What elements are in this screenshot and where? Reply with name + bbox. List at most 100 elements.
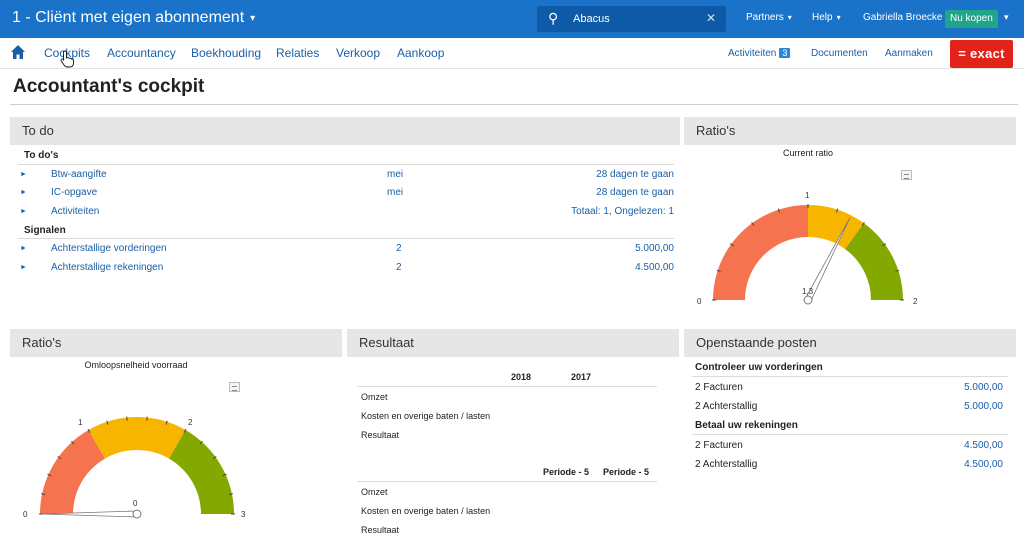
menu-item-verkoop[interactable]: Verkoop: [336, 46, 380, 60]
help-menu[interactable]: Help ▾: [812, 12, 841, 23]
todo-item-period: mei: [387, 169, 404, 180]
todo-item-label[interactable]: Activiteiten: [51, 206, 99, 217]
open-section-receivables: Controleer uw vorderingen: [695, 362, 823, 373]
search-input[interactable]: [573, 10, 693, 28]
expand-arrow-icon[interactable]: ►: [20, 208, 27, 215]
open-section-payables: Betaal uw rekeningen: [695, 420, 798, 431]
menu-item-accountancy[interactable]: Accountancy: [107, 46, 176, 60]
column-header-period: Periode - 5: [543, 467, 590, 477]
result-row-label: Resultaat: [361, 430, 400, 440]
hand-cursor-icon: [60, 50, 74, 68]
gauge-value-label: 1,3: [802, 287, 814, 296]
gauge-title: Omloopsnelheid voorraad: [84, 360, 188, 370]
todo-section-todos: To do's: [24, 150, 59, 161]
expand-arrow-icon[interactable]: ►: [20, 189, 27, 196]
chevron-down-icon: ▾: [836, 13, 841, 22]
period-row-label: Kosten en overige baten / lasten: [361, 506, 491, 516]
signal-item-amount[interactable]: 4.500,00: [474, 262, 674, 273]
main-menu-bar: Cockpits Accountancy Boekhouding Relatie…: [0, 38, 1024, 69]
signal-item-label[interactable]: Achterstallige rekeningen: [51, 262, 163, 273]
todo-item-label[interactable]: Btw-aangifte: [51, 169, 107, 180]
signal-item-amount[interactable]: 5.000,00: [474, 243, 674, 254]
gauge-title: Current ratio: [782, 148, 834, 158]
expand-arrow-icon[interactable]: ►: [20, 171, 27, 178]
search-icon[interactable]: ⚲: [548, 10, 558, 27]
gauge-tick-label: 2: [188, 418, 193, 427]
result-row-label: Kosten en overige baten / lasten: [361, 411, 491, 421]
open-item-amount[interactable]: 4.500,00: [903, 440, 1003, 451]
clear-search-icon[interactable]: ✕: [706, 11, 716, 25]
open-items-panel-header: Openstaande posten: [684, 329, 1016, 357]
column-header-2017: 2017: [571, 372, 592, 382]
ratios-panel-header: Ratio's: [684, 117, 1016, 145]
open-item-amount[interactable]: 4.500,00: [903, 459, 1003, 470]
todo-item-period: mei: [387, 187, 404, 198]
company-selector[interactable]: 1 - Cliënt met eigen abonnement ▾: [12, 9, 255, 27]
signal-item-count: 2: [396, 243, 402, 254]
divider: [357, 481, 657, 482]
period-row-label: Resultaat: [361, 525, 400, 535]
divider: [692, 376, 1008, 377]
todo-item-label[interactable]: IC-opgave: [51, 187, 97, 198]
result-row-label: Omzet: [361, 392, 388, 402]
signal-item-count: 2: [396, 262, 402, 273]
todo-item-status[interactable]: 28 dagen te gaan: [474, 187, 674, 198]
open-item-amount[interactable]: 5.000,00: [903, 382, 1003, 393]
todo-item-status[interactable]: Totaal: 1, Ongelezen: 1: [474, 206, 674, 217]
gauge-band-1: [88, 417, 186, 459]
open-item-label: 2 Achterstallig: [695, 401, 758, 412]
expand-arrow-icon[interactable]: ►: [20, 245, 27, 252]
ratios-panel-header: Ratio's: [10, 329, 342, 357]
todo-section-signalen: Signalen: [24, 225, 66, 236]
todo-panel-header: To do: [10, 117, 680, 145]
search-box: ⚲ ✕: [537, 6, 726, 32]
buy-now-button[interactable]: Nu kopen: [945, 10, 998, 28]
exact-logo: = exact: [950, 40, 1013, 68]
chevron-down-icon[interactable]: ▾: [1004, 12, 1009, 23]
gauge-hub: [803, 295, 813, 305]
chevron-down-icon: ▾: [250, 12, 256, 24]
gauge-max-label: 3: [241, 510, 246, 519]
column-header-2018: 2018: [511, 372, 532, 382]
company-name: 1 - Cliënt met eigen abonnement: [12, 9, 245, 26]
chart-menu-icon[interactable]: [229, 382, 240, 392]
divider: [692, 434, 1008, 435]
open-item-amount[interactable]: 5.000,00: [903, 401, 1003, 412]
chart-menu-icon[interactable]: [901, 170, 912, 180]
page-title: Accountant's cockpit: [13, 76, 205, 97]
top-bar: 1 - Cliënt met eigen abonnement ▾ ⚲ ✕ Pa…: [0, 0, 1024, 38]
open-item-label: 2 Facturen: [695, 382, 743, 393]
gauge-tick-label: 1: [78, 418, 83, 427]
period-row-label: Omzet: [361, 487, 388, 497]
column-header-period: Periode - 5: [603, 467, 650, 477]
menu-item-aankoop[interactable]: Aankoop: [397, 46, 444, 60]
user-name: Gabriella Broecke: [863, 12, 943, 23]
menu-item-boekhouding[interactable]: Boekhouding: [191, 46, 261, 60]
partners-label: Partners: [746, 12, 784, 23]
help-label: Help: [812, 12, 833, 23]
chevron-down-icon: ▾: [787, 13, 792, 22]
gauge-value-label: 0: [133, 499, 138, 508]
title-divider: [10, 104, 1018, 105]
gauge-min-label: 0: [23, 510, 28, 519]
gauge-hub: [132, 509, 142, 519]
gauge-mid-label: 1: [805, 191, 810, 200]
open-item-label: 2 Facturen: [695, 440, 743, 451]
aanmaken-link[interactable]: Aanmaken: [885, 48, 933, 59]
divider: [357, 386, 657, 387]
signal-item-label[interactable]: Achterstallige vorderingen: [51, 243, 167, 254]
gauge-band-0: [713, 205, 808, 300]
gauge-max-label: 2: [913, 297, 918, 306]
gauge-min-label: 0: [697, 297, 702, 306]
expand-arrow-icon[interactable]: ►: [20, 264, 27, 271]
inventory-turnover-gauge: [39, 416, 235, 519]
home-icon[interactable]: [10, 44, 26, 60]
todo-item-status[interactable]: 28 dagen te gaan: [474, 169, 674, 180]
user-menu[interactable]: Gabriella Broecke: [863, 12, 942, 23]
divider: [18, 164, 674, 165]
documenten-link[interactable]: Documenten: [811, 48, 868, 59]
resultaat-panel-header: Resultaat: [347, 329, 679, 357]
menu-item-relaties[interactable]: Relaties: [276, 46, 319, 60]
partners-menu[interactable]: Partners ▾: [746, 12, 792, 23]
activiteiten-link[interactable]: Activiteiten 3: [728, 48, 791, 59]
